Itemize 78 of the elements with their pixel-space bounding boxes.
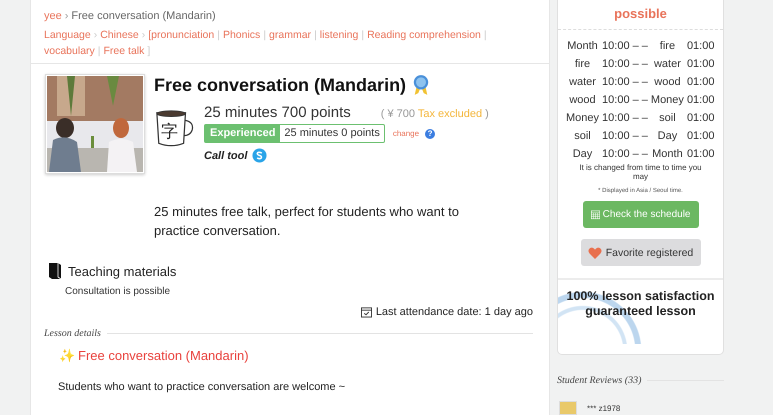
- schedule-time: 10:00 – –: [602, 76, 648, 88]
- price-text: 25 minutes 700 points: [204, 104, 351, 121]
- book-icon: [48, 262, 62, 280]
- category-separator: ›: [142, 28, 146, 43]
- materials-note: Consultation is possible: [65, 286, 172, 297]
- category-link[interactable]: [pronunciation: [148, 27, 214, 43]
- schedule-time: 01:00: [686, 148, 714, 160]
- guarantee-text: 100% lesson satisfaction guaranteed lesson: [566, 289, 716, 319]
- category-separator: |: [98, 44, 101, 59]
- category-separator: |: [263, 28, 266, 43]
- schedule-day: Day: [650, 130, 684, 142]
- category-separator: |: [314, 28, 317, 43]
- schedule-time: 01:00: [686, 130, 714, 142]
- category-link[interactable]: Reading comprehension: [367, 27, 481, 43]
- schedule-time: 01:00: [686, 40, 714, 52]
- schedule-time: 10:00 – –: [602, 58, 648, 70]
- category-separator: ›: [94, 28, 98, 43]
- category-link[interactable]: vocabulary: [44, 43, 95, 59]
- category-link[interactable]: Phonics: [222, 27, 260, 43]
- schedule-day: Day: [566, 148, 600, 160]
- schedule-heading: possible: [558, 0, 723, 30]
- schedule-time: 10:00 – –: [602, 94, 648, 106]
- schedule-time: 10:00 – –: [602, 40, 648, 52]
- favorite-button[interactable]: Favorite registered: [580, 239, 700, 266]
- change-link[interactable]: change: [392, 129, 420, 138]
- lesson-description: 25 minutes free talk, perfect for students who want to practice conversation.: [154, 203, 460, 240]
- schedule-day: Money: [650, 94, 684, 106]
- details-title: Free conversation (Mandarin): [78, 348, 249, 363]
- category-separator: |: [361, 28, 364, 43]
- category-separator: ]: [147, 44, 150, 59]
- schedule-time: 10:00 – –: [602, 148, 648, 160]
- details-text: Students who want to practice conversation are welcome ~: [58, 381, 346, 393]
- materials-heading: Teaching materials: [68, 264, 176, 278]
- skype-icon: [252, 148, 268, 163]
- category-separator: |: [217, 28, 220, 43]
- category-link[interactable]: listening: [320, 27, 358, 43]
- schedule-day: fire: [566, 58, 600, 70]
- medal-icon: [412, 74, 430, 96]
- heart-icon: [588, 246, 602, 258]
- calendar-icon: [590, 208, 600, 221]
- schedule-day: Month: [650, 148, 684, 160]
- schedule-time: 10:00 – –: [602, 130, 648, 142]
- check-schedule-button[interactable]: Check the schedule: [582, 201, 698, 228]
- call-tool-label: Call tool: [204, 150, 248, 162]
- schedule-day: Month: [566, 40, 600, 52]
- schedule-day: water: [650, 58, 684, 70]
- lesson-title: Free conversation (Mandarin): [154, 74, 406, 96]
- avatar: [559, 401, 577, 415]
- yen-price: ( ¥ 700 Tax excluded ): [380, 108, 489, 120]
- category-link[interactable]: grammar: [269, 27, 312, 43]
- schedule-day: fire: [650, 40, 684, 52]
- reviewer-name: *** z1978: [587, 404, 620, 412]
- category-link[interactable]: Language: [44, 27, 91, 43]
- category-separator: |: [484, 28, 487, 43]
- last-attendance-text: Last attendance date: 1 day ago: [376, 306, 533, 318]
- schedule-time: 01:00: [686, 58, 714, 70]
- section-heading: Lesson details: [44, 328, 101, 339]
- schedule-note: It is changed from time to time you may: [578, 163, 703, 181]
- schedule-time: 01:00: [686, 76, 714, 88]
- schedule-time: 10:00 – –: [602, 112, 648, 124]
- schedule-day: soil: [566, 130, 600, 142]
- schedule-day: wood: [566, 94, 600, 106]
- schedule-day: wood: [650, 76, 684, 88]
- schedule-day: soil: [650, 112, 684, 124]
- category-link[interactable]: Chinese: [100, 27, 139, 43]
- trial-price-badge: Experienced 25 minutes 0 points: [204, 124, 385, 143]
- category-link[interactable]: Free talk: [104, 43, 144, 59]
- schedule-time: 01:00: [686, 94, 714, 106]
- section-heading: Student Reviews (33): [557, 375, 642, 386]
- breadcrumb-link[interactable]: yee: [44, 10, 62, 22]
- schedule-day: water: [566, 76, 600, 88]
- help-icon[interactable]: ?: [425, 128, 436, 138]
- calendar-icon: [360, 306, 372, 318]
- schedule-time: 01:00: [686, 112, 714, 124]
- breadcrumb-current: Free conversation (Mandarin): [71, 10, 216, 22]
- breadcrumb-separator: ›: [64, 10, 68, 22]
- sparkle-icon: ✨: [59, 348, 75, 363]
- schedule-day: Money: [566, 112, 600, 124]
